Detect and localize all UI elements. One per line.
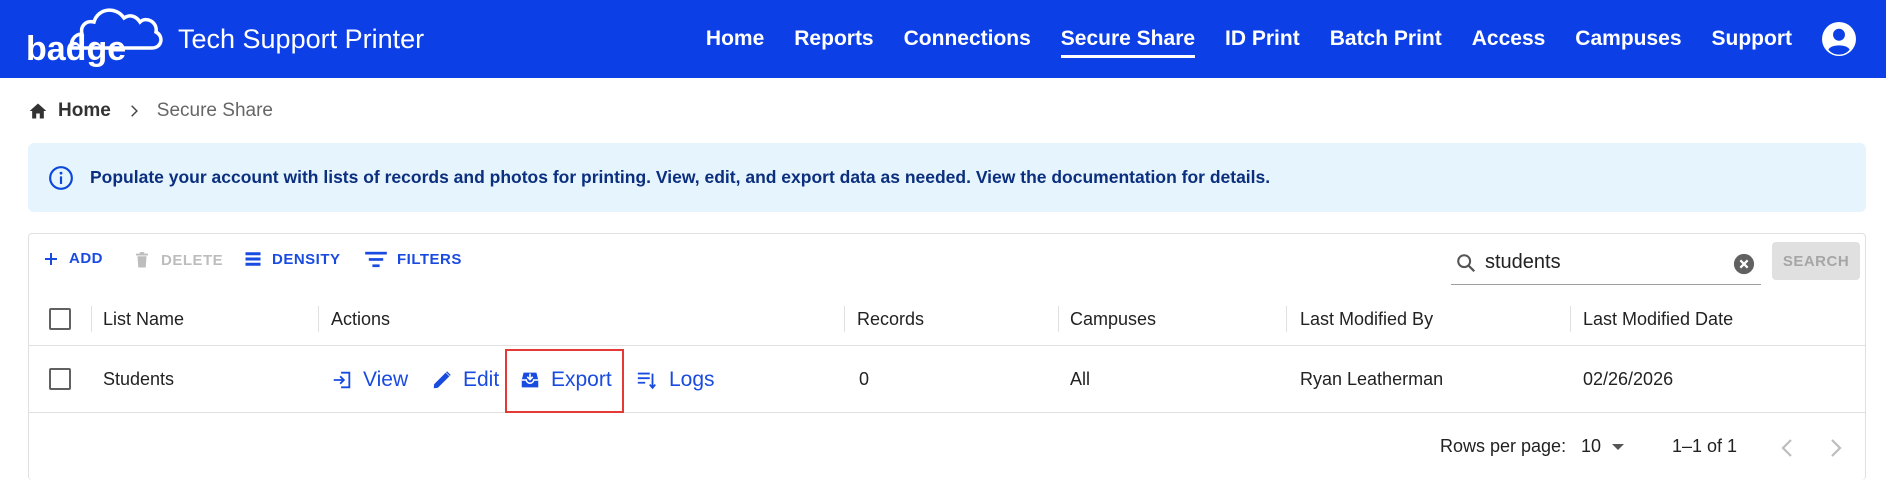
- rows-per-page-value: 10: [1581, 436, 1602, 456]
- search-input[interactable]: [1485, 245, 1715, 279]
- sort-list-icon: [637, 372, 656, 389]
- breadcrumb-current: Secure Share: [156, 100, 273, 121]
- logs-label: Logs: [669, 367, 715, 391]
- rows-per-page-label: Rows per page:: [1440, 436, 1567, 456]
- app-bar: badge Tech Support Printer Home Reports …: [0, 0, 1886, 78]
- add-button[interactable]: ADD: [43, 250, 103, 267]
- column-separator: [1570, 306, 1571, 332]
- search-button[interactable]: SEARCH: [1772, 242, 1860, 280]
- select-all-checkbox[interactable]: [49, 308, 71, 330]
- nav-support[interactable]: Support: [1712, 0, 1792, 78]
- nav-reports[interactable]: Reports: [794, 0, 873, 78]
- view-label: View: [363, 367, 409, 391]
- chevron-right-icon: [130, 105, 138, 117]
- table-row: Students View Edit Export Logs 0 All Rya…: [29, 346, 1865, 413]
- filter-icon: [365, 251, 387, 268]
- add-label: ADD: [69, 250, 103, 267]
- chevron-left-icon[interactable]: [1780, 438, 1794, 458]
- breadcrumb-home[interactable]: Home: [58, 100, 111, 122]
- column-separator: [1058, 306, 1059, 332]
- density-label: DENSITY: [272, 250, 341, 268]
- column-header-last-modified-by[interactable]: Last Modified By: [1300, 292, 1433, 346]
- data-grid: ADD DELETE DENSITY FILTERS students SEAR…: [28, 233, 1866, 480]
- cell-campuses: All: [1070, 369, 1091, 389]
- column-separator: [318, 306, 319, 332]
- pencil-icon: [433, 370, 451, 388]
- main-nav: Home Reports Connections Secure Share ID…: [706, 0, 1886, 78]
- search-icon: [1457, 254, 1476, 273]
- search-box: [1451, 241, 1761, 285]
- column-separator: [844, 306, 845, 332]
- app-title: Tech Support Printer: [178, 24, 425, 54]
- column-header-last-modified-date[interactable]: Last Modified Date: [1583, 292, 1733, 346]
- logs-action[interactable]: Logs: [635, 346, 715, 413]
- nav-campuses[interactable]: Campuses: [1575, 0, 1681, 78]
- column-header-actions[interactable]: Actions: [331, 292, 390, 346]
- account-icon[interactable]: [1822, 22, 1856, 56]
- density-button[interactable]: DENSITY: [244, 250, 341, 268]
- nav-id-print[interactable]: ID Print: [1225, 0, 1300, 78]
- row-checkbox[interactable]: [49, 368, 71, 390]
- density-icon: [245, 252, 261, 266]
- export-highlight-box: [505, 349, 624, 413]
- trash-icon: [136, 252, 148, 268]
- info-icon: [49, 165, 73, 190]
- delete-label: DELETE: [161, 251, 224, 269]
- svg-text:badge: badge: [26, 30, 126, 68]
- caret-down-icon: [1612, 443, 1625, 450]
- column-header-campuses[interactable]: Campuses: [1070, 292, 1156, 346]
- plus-icon: [45, 252, 57, 265]
- nav-secure-share[interactable]: Secure Share: [1060, 0, 1196, 78]
- nav-batch-print[interactable]: Batch Print: [1330, 0, 1442, 78]
- column-separator: [1286, 306, 1287, 332]
- edit-label: Edit: [463, 367, 500, 391]
- rows-per-page-select[interactable]: 10: [1581, 436, 1625, 457]
- badge-logo[interactable]: badge: [24, 6, 164, 72]
- nav-connections[interactable]: Connections: [904, 0, 1031, 78]
- breadcrumb: Home Secure Share: [28, 100, 273, 122]
- table-header: List Name Actions Records Campuses Last …: [29, 292, 1865, 346]
- delete-button[interactable]: DELETE: [133, 250, 223, 270]
- nav-home[interactable]: Home: [706, 0, 764, 78]
- edit-action[interactable]: Edit: [431, 346, 499, 413]
- cell-records: 0: [859, 369, 870, 389]
- filters-button[interactable]: FILTERS: [365, 250, 462, 268]
- home-icon[interactable]: [28, 101, 48, 121]
- login-icon: [333, 371, 351, 388]
- pagination: Rows per page: 10 1–1 of 1: [29, 414, 1865, 481]
- nav-access[interactable]: Access: [1472, 0, 1546, 78]
- chevron-right-icon[interactable]: [1829, 438, 1843, 458]
- cell-last-modified-date: 02/26/2026: [1583, 369, 1674, 389]
- column-header-list-name[interactable]: List Name: [103, 292, 184, 346]
- clear-icon[interactable]: [1733, 253, 1755, 275]
- view-action[interactable]: View: [331, 346, 408, 413]
- filters-label: FILTERS: [397, 250, 462, 268]
- grid-toolbar: ADD DELETE DENSITY FILTERS students SEAR…: [29, 234, 1865, 286]
- info-banner: Populate your account with lists of reco…: [28, 143, 1866, 212]
- cell-list-name: Students: [103, 369, 175, 389]
- column-header-records[interactable]: Records: [857, 292, 924, 346]
- column-separator: [91, 306, 92, 332]
- info-text: Populate your account with lists of reco…: [90, 167, 1271, 187]
- cell-last-modified-by: Ryan Leatherman: [1300, 369, 1444, 389]
- pagination-range: 1–1 of 1: [1672, 436, 1738, 456]
